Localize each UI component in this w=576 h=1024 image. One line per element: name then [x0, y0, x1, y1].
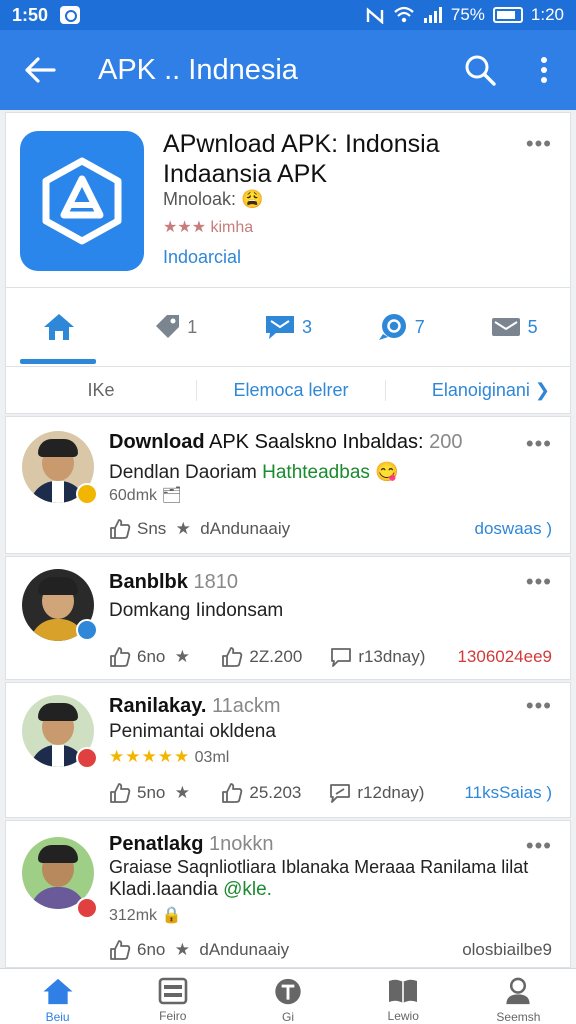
post-rating: ★★★★★ 03ml: [109, 747, 230, 766]
post-link[interactable]: 11ksSaias ): [464, 783, 552, 803]
wifi-icon: [394, 6, 414, 23]
list-icon: [158, 977, 188, 1005]
badge-icon: [76, 897, 98, 919]
home-icon: [43, 978, 73, 1005]
message-icon: [265, 316, 294, 339]
app-title: APwnload APK: Indonsia Indaansia APK: [163, 130, 440, 188]
like-icon[interactable]: [221, 782, 243, 804]
star-icon[interactable]: ★: [171, 939, 193, 961]
post-link[interactable]: olosbiailbe9: [462, 940, 552, 960]
profile-icon: [506, 977, 531, 1005]
post-author: Download APK Saalskno Inbaldas: 200: [109, 431, 463, 453]
signal-bars-icon: [423, 7, 442, 23]
bottom-navigation: Beiu Feiro Gi Lewio Seemsh: [0, 968, 576, 1024]
book-icon: [389, 979, 418, 1003]
post-meta: 312mk 🔒: [109, 907, 182, 924]
thumbs-up-icon[interactable]: [109, 646, 131, 668]
nav-center[interactable]: Gi: [230, 969, 345, 1024]
tab-mail[interactable]: 5: [457, 288, 570, 366]
post-text: Penimantai okldena: [109, 721, 276, 742]
feed-post: Penatlakg 1nokkn ••• Graiase Saqnliotlia…: [5, 820, 571, 968]
post-actions: Sns ★ dAndunaaiy doswaas ): [109, 518, 552, 540]
star-icon[interactable]: ★: [171, 782, 193, 804]
like-icon[interactable]: [221, 646, 243, 668]
post-actions: 5no ★ 25.203 r12dnay) 11ksSaias ): [109, 782, 552, 804]
post-text: Dendlan Daoriam Hathteadbas 😋: [109, 462, 399, 483]
battery-icon: [492, 7, 523, 23]
verified-badge-icon: [76, 619, 98, 641]
post-link[interactable]: doswaas ): [475, 519, 552, 539]
status-bar: 1:50 75% 1:20: [0, 0, 576, 30]
search-icon: [465, 55, 496, 86]
more-vertical-icon: [541, 57, 547, 83]
post-text-2: Kladi.laandia @kle.: [109, 879, 272, 900]
home-icon: [44, 314, 75, 340]
chat-bubble-icon: [378, 314, 406, 340]
page-title: APK .. Indnesia: [98, 53, 298, 86]
status-time-right: 1:20: [530, 5, 564, 24]
app-header-card: APwnload APK: Indonsia Indaansia APK Mno…: [5, 112, 571, 288]
share-icon[interactable]: [329, 782, 351, 804]
post-actions: 6no ★ dAndunaaiy olosbiailbe9: [109, 939, 552, 961]
star-icon[interactable]: ★: [172, 518, 194, 540]
post-meta: 60dmk 🗂: [109, 487, 182, 504]
feed-post: Ranilakay. 11ackm ••• Penimantai okldena…: [5, 682, 571, 818]
comment-icon[interactable]: [330, 646, 352, 668]
notification-icon: [60, 6, 81, 24]
nav-feed[interactable]: Feiro: [115, 969, 230, 1024]
app-logo-icon: [20, 131, 144, 271]
arrow-left-icon: [25, 57, 56, 83]
app-bar: APK .. Indnesia: [0, 30, 576, 110]
post-author: Penatlakg 1nokkn: [109, 833, 274, 855]
rating-stars: ★★★★★: [109, 747, 191, 766]
post-link[interactable]: 1306024ee9: [457, 647, 552, 667]
no-signal-icon: [366, 7, 384, 24]
post-author: Banblbk 1810: [109, 571, 238, 593]
battery-text: 75%: [450, 5, 485, 24]
post-author: Ranilakay. 11ackm: [109, 695, 281, 717]
app-rating: ★★★ kimha: [163, 219, 254, 236]
more-menu-button[interactable]: [512, 30, 576, 110]
post-more-icon[interactable]: •••: [526, 569, 552, 595]
t-circle-icon: [275, 978, 301, 1005]
mail-icon: [491, 318, 520, 336]
app-category-link[interactable]: Indoarcial: [163, 247, 241, 268]
feed-post: Download APK Saalskno Inbaldas: 200 ••• …: [5, 416, 571, 554]
thumbs-up-icon[interactable]: [109, 782, 131, 804]
tab-tags[interactable]: 1: [119, 288, 232, 366]
feed-post: Banblbk 1810 ••• Domkang Iindonsam 6no ★…: [5, 556, 571, 680]
filter-strip: IKe Elemoca lelrer Elanoiginani ❯: [5, 366, 571, 414]
back-button[interactable]: [0, 30, 80, 110]
post-more-icon[interactable]: •••: [526, 693, 552, 719]
filter-right[interactable]: Elanoiginani ❯: [386, 380, 570, 401]
post-actions: 6no ★ 2Z.200 r13dnay) 1306024ee9: [109, 646, 552, 668]
nav-home[interactable]: Beiu: [0, 969, 115, 1024]
tab-home[interactable]: [6, 288, 119, 366]
thumbs-up-icon[interactable]: [109, 939, 131, 961]
post-text: Graiase Saqnliotliara Iblanaka Meraaa Ra…: [109, 857, 529, 877]
status-time: 1:50: [12, 4, 49, 25]
nav-profile[interactable]: Seemsh: [461, 969, 576, 1024]
badge-icon: [76, 483, 98, 505]
nav-library[interactable]: Lewio: [346, 969, 461, 1024]
tab-messages[interactable]: 3: [232, 288, 345, 366]
status-right: 75% 1:20: [365, 5, 564, 25]
search-button[interactable]: [448, 30, 512, 110]
post-more-icon[interactable]: •••: [526, 431, 552, 457]
tab-chats[interactable]: 7: [344, 288, 457, 366]
tag-icon: [156, 315, 180, 338]
app-subtitle: Mnoloak: 😩: [163, 189, 264, 209]
badge-icon: [76, 747, 98, 769]
star-icon[interactable]: ★: [171, 646, 193, 668]
tab-strip: 1 3 7 5: [5, 288, 571, 366]
thumbs-up-icon[interactable]: [109, 518, 131, 540]
app-more-icon[interactable]: •••: [526, 131, 552, 157]
post-more-icon[interactable]: •••: [526, 833, 552, 859]
post-text: Domkang Iindonsam: [109, 600, 284, 621]
filter-middle[interactable]: Elemoca lelrer: [196, 379, 386, 401]
filter-like[interactable]: IKe: [6, 380, 196, 401]
